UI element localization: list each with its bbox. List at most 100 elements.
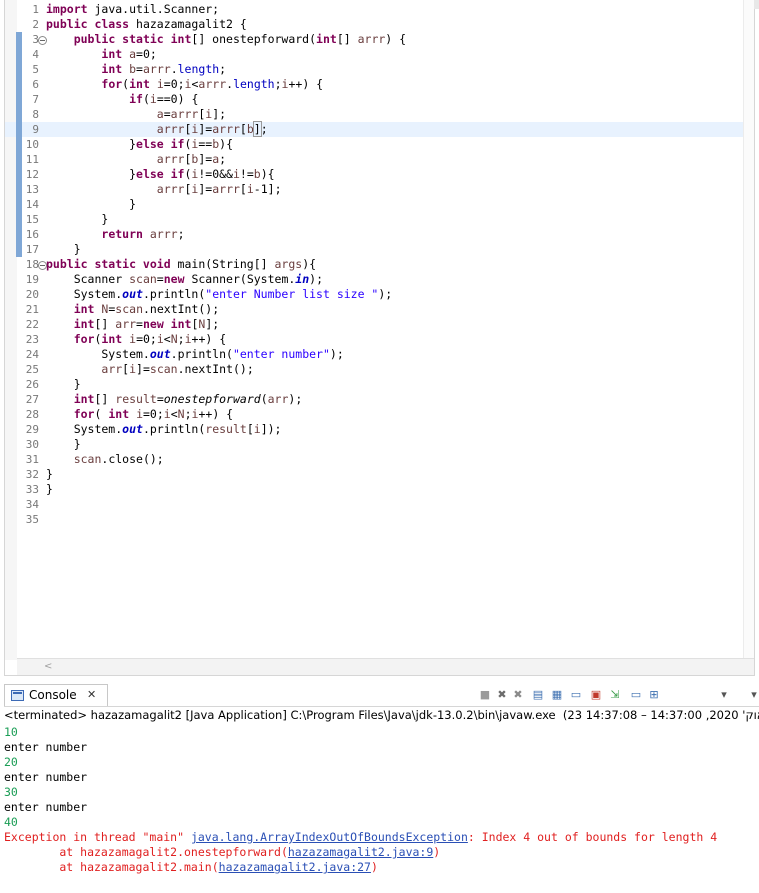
line-number: 19: [25, 273, 39, 286]
code-token: ]=: [136, 362, 150, 376]
code-token: arrr: [357, 32, 386, 46]
code-token: ];: [212, 107, 227, 121]
code-line[interactable]: 20 System.out.println("enter Number list…: [5, 287, 745, 302]
scroll-lock-icon[interactable]: ▤: [530, 687, 546, 703]
code-line[interactable]: 3 public static int[] onestepforward(int…: [5, 32, 745, 47]
code-token: int: [73, 302, 95, 316]
code-line[interactable]: 19 Scanner scan=new Scanner(System.in);: [5, 272, 745, 287]
code-line[interactable]: 23 for(int i=0;i<N;i++) {: [5, 332, 745, 347]
code-token: b: [253, 167, 261, 181]
code-token: System.: [46, 347, 150, 361]
remove-launch-icon[interactable]: ✖: [494, 687, 510, 703]
code-text: }: [46, 467, 53, 482]
line-number: 12: [25, 168, 39, 181]
stack-trace-link[interactable]: hazazamagalit2.java:9: [288, 845, 433, 859]
code-line[interactable]: 5 int b=arrr.length;: [5, 62, 745, 77]
code-line[interactable]: 25 arr[i]=scan.nextInt();: [5, 362, 745, 377]
code-text: for(int i=0;i<N;i++) {: [46, 332, 226, 347]
code-token: [: [239, 122, 247, 136]
open-console-icon[interactable]: ⊞: [646, 687, 662, 703]
code-line[interactable]: 29 System.out.println(result[i]);: [5, 422, 745, 437]
code-line[interactable]: 7 if(i==0) {: [5, 92, 745, 107]
show-on-stdout-icon[interactable]: ▭: [568, 687, 584, 703]
close-icon[interactable]: ✕: [87, 688, 96, 701]
code-editor[interactable]: 1 import java.util.Scanner; 2 public class …: [4, 0, 759, 676]
code-line[interactable]: 24 System.out.println("enter number");: [5, 347, 745, 362]
scroll-left-icon[interactable]: <: [44, 659, 52, 675]
code-line[interactable]: 26 }: [5, 377, 745, 392]
display-console-dropdown-icon[interactable]: ▾: [720, 687, 728, 703]
code-token: .: [170, 62, 178, 76]
terminate-icon[interactable]: ■: [477, 687, 493, 703]
code-token: out: [122, 287, 143, 301]
code-line[interactable]: 8 a=arrr[i];: [5, 107, 745, 122]
stack-trace-link[interactable]: java.lang.ArrayIndexOutOfBoundsException: [191, 830, 468, 844]
code-line[interactable]: 28 for( int i=0;i<N;i++) {: [5, 407, 745, 422]
code-line[interactable]: 34: [5, 497, 745, 512]
code-token: return: [101, 227, 143, 241]
code-text: public class hazazamagalit2 {: [46, 17, 247, 32]
code-line[interactable]: 12 }else if(i!=0&&i!=b){: [5, 167, 745, 182]
line-number: 11: [25, 153, 39, 166]
line-number: 3: [32, 33, 39, 46]
code-token: "enter Number list size ": [205, 287, 379, 301]
line-number: 27: [25, 393, 39, 406]
code-line[interactable]: 2 public class hazazamagalit2 {: [5, 17, 745, 32]
code-line[interactable]: 31 scan.close();: [5, 452, 745, 467]
code-line[interactable]: 33}: [5, 482, 745, 497]
code-token: =: [136, 317, 143, 331]
code-token: onestepforward: [163, 392, 261, 406]
code-line[interactable]: 15 }: [5, 212, 745, 227]
code-token: i: [156, 77, 164, 91]
code-line[interactable]: 21 int N=scan.nextInt();: [5, 302, 745, 317]
remove-all-icon[interactable]: ✖: [510, 687, 526, 703]
code-token: hazazamagalit2 {: [129, 17, 247, 31]
code-token: }: [46, 242, 81, 256]
pin-console-icon[interactable]: ⇲: [607, 687, 623, 703]
overview-ruler[interactable]: [743, 0, 754, 660]
console-text: 40: [4, 815, 18, 829]
code-line[interactable]: 1 import java.util.Scanner;: [5, 2, 745, 17]
code-token: scan: [73, 452, 102, 466]
code-line[interactable]: 13 arrr[i]=arrr[i-1];: [5, 182, 745, 197]
code-line[interactable]: 10 }else if(i==b){: [5, 137, 745, 152]
code-line[interactable]: 11 arrr[b]=a;: [5, 152, 745, 167]
code-token: }: [46, 482, 53, 496]
horizontal-scrollbar[interactable]: <: [17, 658, 754, 675]
code-line[interactable]: 32}: [5, 467, 745, 482]
stack-trace-link[interactable]: hazazamagalit2.java:27: [219, 860, 371, 874]
code-line[interactable]: 14 }: [5, 197, 745, 212]
code-line[interactable]: 17 }: [5, 242, 745, 257]
open-console-dropdown-icon[interactable]: ▾: [750, 687, 758, 703]
code-token: );: [329, 347, 344, 361]
code-line[interactable]: 6 for(int i=0;i<arrr.length;i++) {: [5, 77, 745, 92]
code-token: }: [46, 167, 137, 181]
display-console-icon[interactable]: ▭: [628, 687, 644, 703]
code-text: System.out.println("enter number");: [46, 347, 344, 362]
code-token: public static void: [46, 257, 171, 271]
console-text: enter number: [4, 800, 88, 814]
code-line[interactable]: 18 public static void main(String[] args)…: [5, 257, 745, 272]
console-output[interactable]: 10 enter number 20 enter number 30 enter numb…: [4, 725, 759, 875]
code-token: for: [73, 407, 95, 421]
code-line[interactable]: 27 int[] result=onestepforward(arr);: [5, 392, 745, 407]
show-on-stderr-icon[interactable]: ▣: [588, 687, 604, 703]
code-text: int[] result=onestepforward(arr);: [46, 392, 303, 407]
code-line[interactable]: 35: [5, 512, 745, 527]
code-token: [: [239, 182, 247, 196]
line-number: 32: [25, 468, 39, 481]
code-line[interactable]: 22 int[] arr=new int[N];: [5, 317, 745, 332]
code-token: ;: [274, 77, 282, 91]
code-token: []: [94, 392, 116, 406]
code-line[interactable]: 4 int a=0;: [5, 47, 745, 62]
word-wrap-icon[interactable]: ▦: [549, 687, 565, 703]
code-text: for(int i=0;i<arrr.length;i++) {: [46, 77, 323, 92]
code-line[interactable]: 9 arrr[i]=arrr[b];: [5, 121, 745, 137]
code-line[interactable]: 16 return arrr;: [5, 227, 745, 242]
code-line[interactable]: 30 }: [5, 437, 745, 452]
tab-console[interactable]: Console ✕: [4, 684, 108, 706]
